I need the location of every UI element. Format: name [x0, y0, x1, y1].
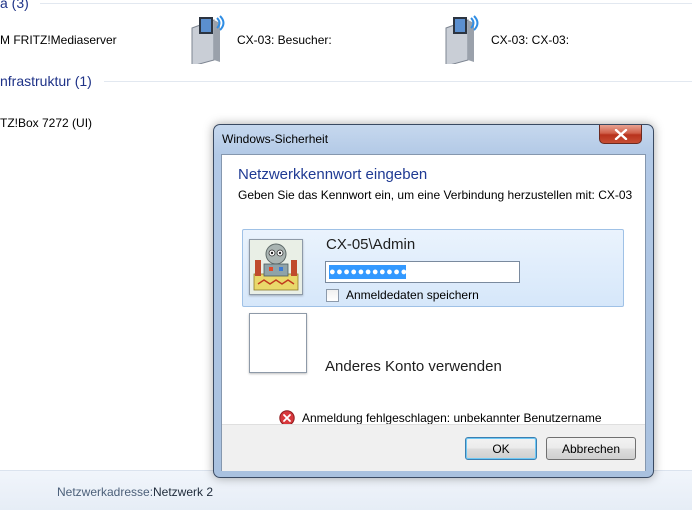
- remember-credentials-checkbox[interactable]: [326, 289, 339, 302]
- dialog-heading: Netzwerkkennwort eingeben: [238, 166, 428, 183]
- status-key: Netzwerkadresse:: [57, 485, 154, 499]
- cancel-button[interactable]: Abbrechen: [546, 437, 636, 460]
- group-divider: [40, 3, 692, 4]
- dialog-content: Netzwerkkennwort eingeben Geben Sie das …: [221, 154, 646, 471]
- media-item-cx03[interactable]: CX-03: CX-03:: [491, 33, 569, 47]
- infra-item-fritzbox[interactable]: TZ!Box 7272 (UI): [0, 116, 92, 130]
- dialog-subtext: Geben Sie das Kennwort ein, um eine Verb…: [238, 188, 633, 202]
- group-header-infrastructure[interactable]: nfrastruktur (1): [0, 73, 92, 89]
- security-dialog: Windows-Sicherheit Netzwerkkennwort eing…: [213, 124, 654, 478]
- media-server-icon[interactable]: [188, 14, 228, 64]
- password-selected-text: ●●●●●●●●●●●: [329, 265, 406, 279]
- button-bar: OK Abbrechen: [222, 424, 645, 471]
- close-icon: [614, 129, 628, 140]
- dialog-title: Windows-Sicherheit: [222, 132, 329, 146]
- other-account-avatar[interactable]: [249, 313, 307, 373]
- close-button[interactable]: [599, 125, 642, 144]
- ok-button[interactable]: OK: [465, 437, 537, 460]
- user-name: CX-05\Admin: [326, 236, 416, 253]
- password-input[interactable]: ●●●●●●●●●●●: [325, 261, 520, 283]
- group-header-media[interactable]: a (3): [0, 0, 29, 11]
- media-item-fritz[interactable]: M FRITZ!Mediaserver: [0, 33, 117, 47]
- status-value: Netzwerk 2: [153, 485, 214, 499]
- other-account-label[interactable]: Anderes Konto verwenden: [325, 358, 502, 375]
- robot-avatar-icon: [250, 240, 302, 294]
- media-server-icon[interactable]: [442, 14, 482, 64]
- credential-tile-selected[interactable]: CX-05\Admin ●●●●●●●●●●● Anmeldedaten spe…: [242, 229, 624, 307]
- remember-credentials-label[interactable]: Anmeldedaten speichern: [346, 288, 479, 302]
- media-item-besucher[interactable]: CX-03: Besucher:: [237, 33, 332, 47]
- avatar: [249, 239, 303, 295]
- group-divider: [104, 81, 692, 82]
